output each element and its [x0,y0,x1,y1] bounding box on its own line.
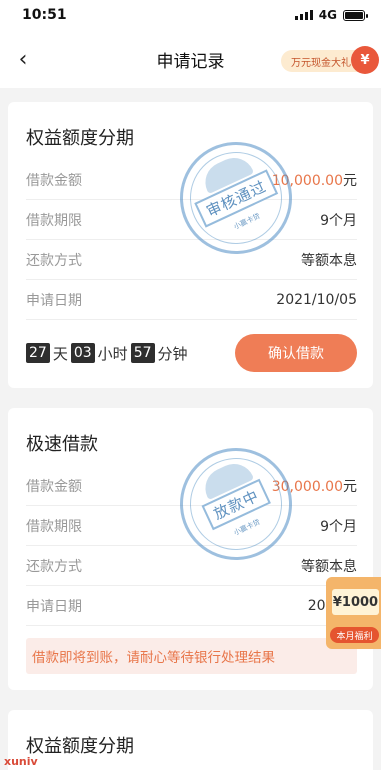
countdown-days: 27 [26,343,50,363]
card-footer: 27 天 03 小时 57 分钟 确认借款 [26,334,357,372]
row-label: 借款金额 [26,172,82,189]
row-label: 还款方式 [26,252,82,269]
card-title: 权益额度分期 [26,128,134,149]
promo-amount: ¥1000 [332,594,379,610]
countdown-hours: 03 [70,343,95,363]
row-label: 借款金额 [26,478,82,495]
loan-term-row: 借款期限 9个月 [26,200,357,240]
floating-promo-button[interactable]: ¥1000 本月福利 [326,577,381,649]
application-card[interactable]: 权益额度分期 借款金额 10,000.00元 借款期限 9个月 还款方式 等额本… [8,102,373,388]
countdown-timer: 27 天 03 小时 57 分钟 [26,343,188,364]
row-label: 申请日期 [26,292,82,309]
application-card[interactable]: 权益额度分期 [8,710,373,770]
application-card[interactable]: 极速借款 借款金额 30,000.00元 借款期限 9个月 还款方式 等额本息 … [8,408,373,690]
loan-term-row: 借款期限 9个月 [26,506,357,546]
status-time: 10:51 [22,7,67,23]
status-bar: 10:51 4G [0,0,381,30]
loan-amount-row: 借款金额 30,000.00元 [26,466,357,506]
row-label: 申请日期 [26,598,82,615]
network-label: 4G [318,8,337,22]
application-list: 权益额度分期 借款金额 10,000.00元 借款期限 9个月 还款方式 等额本… [0,88,381,770]
confirm-loan-button[interactable]: 确认借款 [235,334,357,372]
repayment-method-row: 还款方式 等额本息 [26,546,357,586]
watermark: xuniv [4,755,38,768]
hours-unit: 小时 [97,344,128,363]
row-value: 9个月 [320,518,357,535]
row-label: 借款期限 [26,518,82,535]
gift-bag-icon: ¥ [351,46,379,74]
loan-amount-value: 30,000.00元 [271,478,357,495]
card-title: 极速借款 [26,434,98,455]
loan-amount-row: 借款金额 10,000.00元 [26,160,357,200]
row-value: 2021/10/05 [276,291,357,308]
promo-tag: 本月福利 [330,627,379,643]
row-label: 还款方式 [26,558,82,575]
countdown-minutes: 57 [130,343,155,363]
days-unit: 天 [52,344,68,363]
promo-label: 万元现金大礼 [291,57,351,69]
promo-banner[interactable]: 万元现金大礼 ¥ [281,46,379,74]
back-button[interactable]: ‹ [8,44,38,74]
battery-icon [343,9,368,21]
loan-amount-value: 10,000.00元 [271,172,357,189]
row-value: 等额本息 [301,252,357,269]
apply-date-row: 申请日期 2021/10/05 [26,280,357,320]
minutes-unit: 分钟 [157,344,188,363]
page-title: 申请记录 [156,51,225,72]
row-value: 9个月 [320,212,357,229]
cash-bill-icon: ¥1000 [332,589,379,615]
chevron-left-icon: ‹ [18,46,28,72]
row-label: 借款期限 [26,212,82,229]
status-notice: 借款即将到账，请耐心等待银行处理结果 [26,638,357,674]
status-icons: 4G [294,8,368,22]
nav-bar: ‹ 申请记录 万元现金大礼 ¥ [0,30,381,88]
apply-date-row: 申请日期 2021/1 [26,586,357,626]
row-value: 等额本息 [301,558,357,575]
repayment-method-row: 还款方式 等额本息 [26,240,357,280]
card-title: 权益额度分期 [26,736,134,757]
signal-icon [294,10,313,20]
